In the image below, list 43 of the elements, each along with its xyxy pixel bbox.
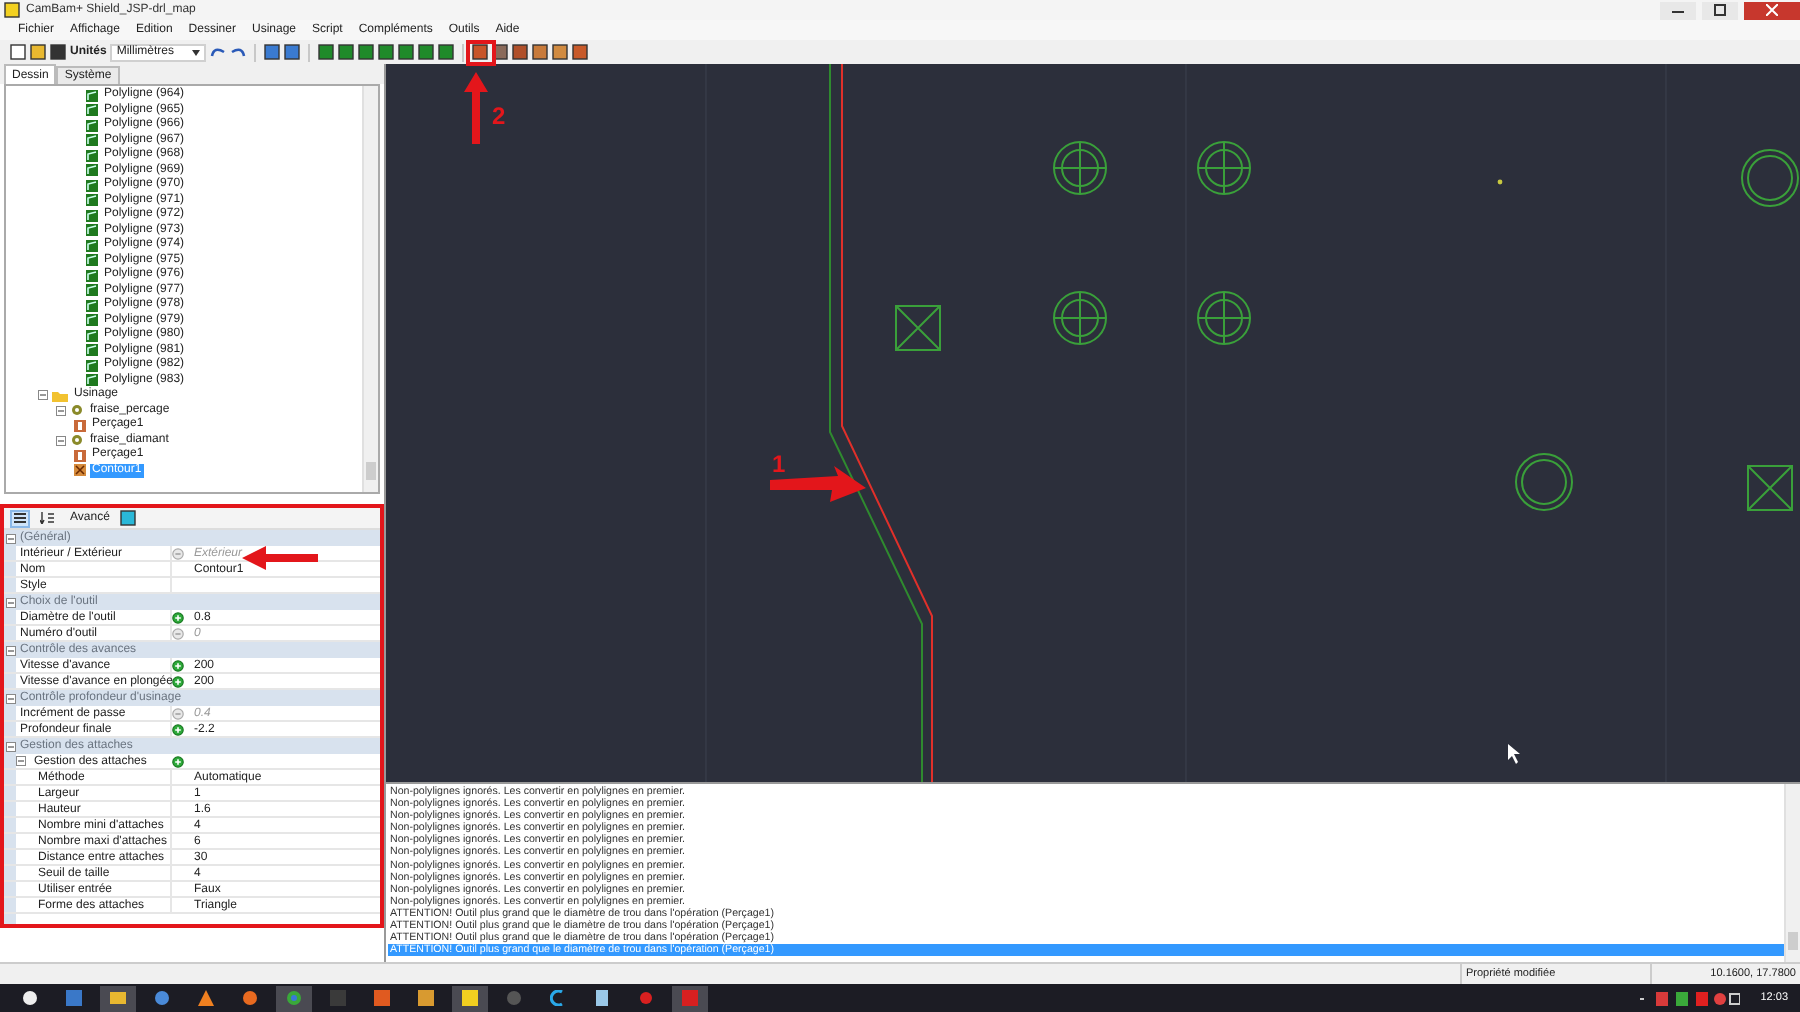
- plus-circle-icon[interactable]: [172, 675, 184, 687]
- profile-icon: [74, 464, 86, 477]
- undo-icon[interactable]: [210, 44, 227, 60]
- gear-icon: [70, 404, 84, 417]
- plus-circle-icon[interactable]: [172, 659, 184, 671]
- scrollbar[interactable]: [1784, 784, 1800, 962]
- collapse-icon[interactable]: [56, 405, 66, 416]
- annotation-number: 2: [492, 102, 506, 130]
- caret-icon: [192, 49, 201, 55]
- drill-icon: [74, 449, 86, 462]
- collapse-icon[interactable]: [16, 756, 26, 766]
- annotation-arrow: [242, 546, 318, 570]
- redo-icon[interactable]: [230, 44, 247, 60]
- minimize-icon: [1672, 6, 1684, 14]
- plus-circle-icon[interactable]: [172, 611, 184, 623]
- annotation-arrow: [464, 72, 488, 144]
- taskbar-icon[interactable]: [100, 985, 136, 1011]
- collapse-icon[interactable]: [6, 597, 16, 607]
- taskbar-icon[interactable]: [276, 985, 312, 1011]
- highlight-frame: [466, 40, 496, 66]
- collapse-icon[interactable]: [38, 390, 48, 401]
- taskbar-icon[interactable]: [452, 985, 488, 1011]
- annotation-number: 1: [772, 450, 786, 478]
- new-file-icon[interactable]: [10, 44, 26, 60]
- minimize-button[interactable]: [1660, 1, 1696, 19]
- app-logo-icon: [4, 2, 20, 18]
- close-button[interactable]: [1744, 1, 1800, 19]
- plus-circle-icon[interactable]: [172, 723, 184, 735]
- collapse-icon[interactable]: [6, 693, 16, 703]
- collapse-icon[interactable]: [6, 741, 16, 751]
- start-orb-icon: [22, 990, 38, 1006]
- categorized-view-button[interactable]: [10, 509, 30, 527]
- maximize-button[interactable]: [1702, 1, 1738, 19]
- drill-icon: [74, 419, 86, 432]
- scrollbar[interactable]: [362, 86, 378, 492]
- collapse-icon[interactable]: [6, 533, 16, 543]
- plus-circle-icon[interactable]: [172, 755, 184, 767]
- collapse-icon[interactable]: [56, 435, 66, 446]
- collapse-icon[interactable]: [6, 645, 16, 655]
- maximize-icon: [1714, 4, 1726, 16]
- sort-alphabetical-button[interactable]: [36, 509, 60, 527]
- tray-icons-drawing: [1640, 991, 1741, 1005]
- gear-icon: [70, 434, 84, 447]
